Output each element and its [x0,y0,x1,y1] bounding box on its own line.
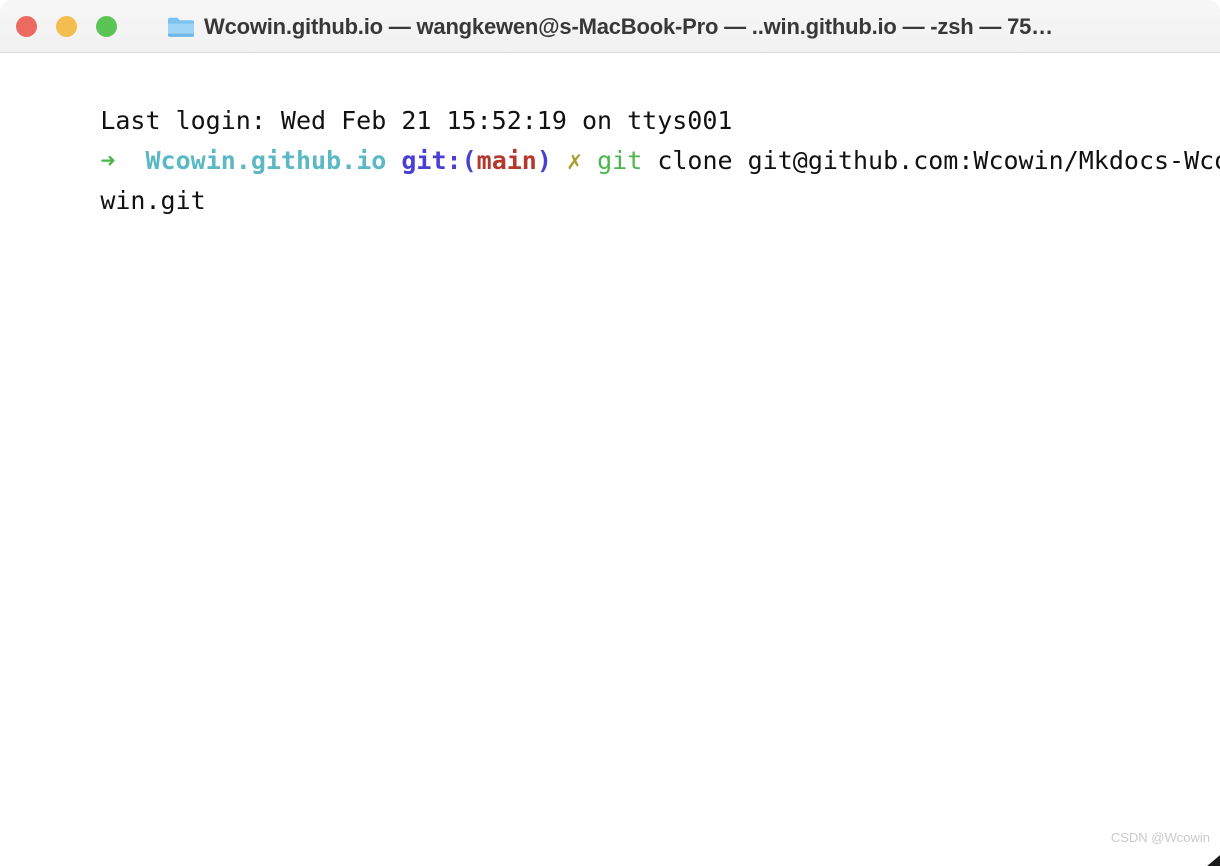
window-title: Wcowin.github.io — wangkewen@s-MacBook-P… [204,13,1053,39]
command-arguments: clone git@github.com:Wcowin/Mkdocs-Wco [642,146,1220,175]
prompt-git-suffix: ) [536,146,552,175]
window-titlebar[interactable]: Wcowin.github.io — wangkewen@s-MacBook-P… [0,0,1220,53]
maximize-button[interactable] [96,16,117,37]
terminal-output-area[interactable]: Last login: Wed Feb 21 15:52:19 on ttys0… [0,53,1220,866]
command-name: git [597,146,643,175]
window-controls [16,0,117,53]
prompt-gap-1 [386,146,401,175]
window-title-group: Wcowin.github.io — wangkewen@s-MacBook-P… [0,0,1220,53]
watermark-corner-mark [1190,836,1220,866]
prompt-spacer [115,146,145,175]
prompt-gap-2 [552,146,567,175]
prompt-arrow-icon: ➜ [100,146,116,175]
command-arguments-wrapped: win.git [100,186,206,215]
prompt-gap-3 [582,146,597,175]
close-button[interactable] [16,16,37,37]
prompt-git-branch: main [476,146,537,175]
last-login-text: Last login: Wed Feb 21 15:52:19 on ttys0… [100,106,733,135]
folder-icon [167,15,195,38]
git-dirty-icon: ✗ [566,146,583,175]
terminal-line-login: Last login: Wed Feb 21 15:52:19 on ttys0… [0,61,1220,135]
terminal-window: Wcowin.github.io — wangkewen@s-MacBook-P… [0,0,1220,866]
prompt-directory: Wcowin.github.io [145,146,387,175]
minimize-button[interactable] [56,16,77,37]
prompt-git-prefix: git:( [401,146,477,175]
